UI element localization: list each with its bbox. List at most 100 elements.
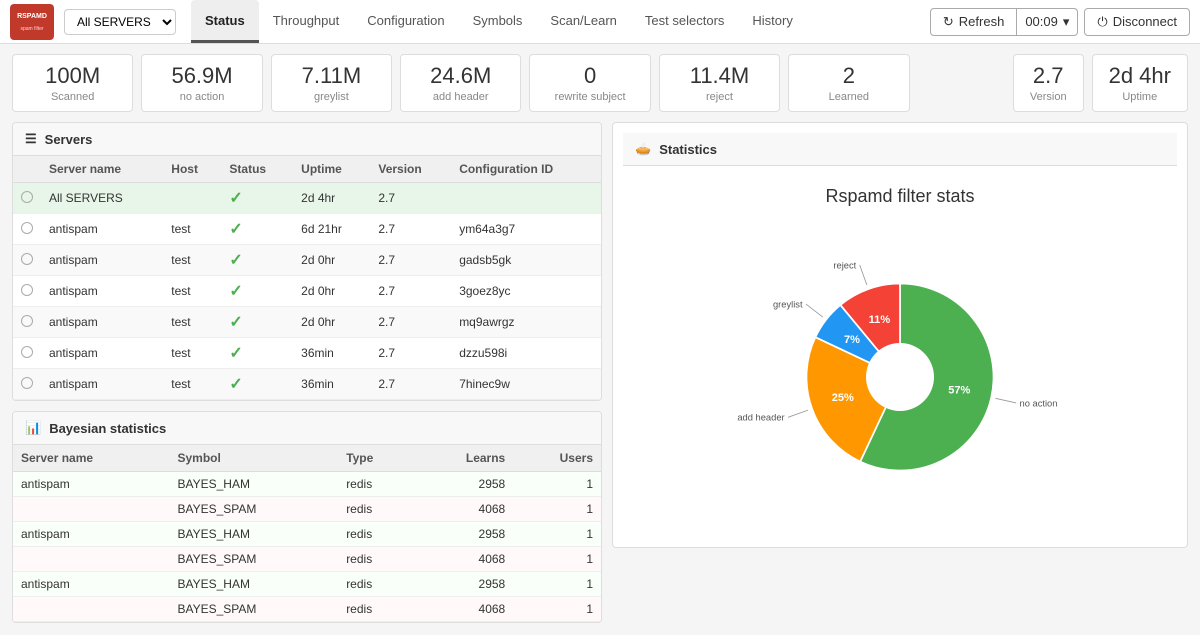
tab-configuration[interactable]: Configuration: [353, 0, 458, 43]
bay-users: 1: [513, 472, 601, 497]
bay-learns: 4068: [415, 597, 513, 622]
bay-type: redis: [338, 497, 415, 522]
bay-users: 1: [513, 522, 601, 547]
pie-label-line: [806, 304, 823, 317]
row-status: ✓: [221, 214, 293, 245]
row-radio[interactable]: [13, 276, 41, 307]
row-radio[interactable]: [13, 214, 41, 245]
timer-button[interactable]: 00:09 ▾: [1017, 8, 1078, 36]
stat-label: greylist: [288, 91, 375, 103]
table-row[interactable]: antispam test ✓ 36min 2.7 dzzu598i: [13, 338, 601, 369]
table-row[interactable]: antispam test ✓ 2d 0hr 2.7 gadsb5gk: [13, 245, 601, 276]
row-configid: gadsb5gk: [451, 245, 601, 276]
bay-learns: 4068: [415, 497, 513, 522]
row-servername: antispam: [41, 245, 163, 276]
pie-label-text: add header: [737, 413, 784, 423]
uptime-value: 2d 4hr: [1109, 63, 1171, 89]
row-host: test: [163, 338, 221, 369]
bay-symbol: BAYES_HAM: [169, 572, 338, 597]
chart-content: Rspamd filter stats 57%no action25%add h…: [623, 166, 1177, 537]
server-select[interactable]: All SERVERS: [64, 9, 176, 35]
table-row[interactable]: antispam test ✓ 36min 2.7 7hinec9w: [13, 369, 601, 400]
pie-percent-label: 25%: [832, 392, 854, 404]
bayesian-table: Server name Symbol Type Learns Users ant…: [13, 445, 601, 622]
bay-learns: 2958: [415, 572, 513, 597]
stat-value: 7.11M: [288, 63, 375, 89]
stat-scanned: 100M Scanned: [12, 54, 133, 112]
bay-type: redis: [338, 597, 415, 622]
tab-throughput[interactable]: Throughput: [259, 0, 354, 43]
bay-symbol: BAYES_SPAM: [169, 597, 338, 622]
row-radio[interactable]: [13, 183, 41, 214]
row-uptime: 2d 0hr: [293, 245, 370, 276]
stat-version: 2.7 Version: [1013, 54, 1084, 112]
row-uptime: 2d 0hr: [293, 276, 370, 307]
disconnect-label: Disconnect: [1113, 14, 1177, 29]
tab-history[interactable]: History: [738, 0, 806, 43]
svg-text:spam filter: spam filter: [20, 26, 43, 32]
tab-scanlearn[interactable]: Scan/Learn: [536, 0, 631, 43]
refresh-button[interactable]: ↻ Refresh: [930, 8, 1017, 36]
col-uptime: Uptime: [293, 156, 370, 183]
row-configid: mq9awrgz: [451, 307, 601, 338]
row-radio[interactable]: [13, 307, 41, 338]
table-row[interactable]: All SERVERS ✓ 2d 4hr 2.7: [13, 183, 601, 214]
row-radio[interactable]: [13, 369, 41, 400]
chart-panel-header: 🥧 Statistics: [623, 133, 1177, 166]
stat-label: no action: [158, 91, 245, 103]
pie-percent-label: 7%: [844, 334, 860, 346]
tab-testselectors[interactable]: Test selectors: [631, 0, 738, 43]
bay-server: [13, 497, 169, 522]
donut-hole: [866, 343, 934, 411]
row-servername: antispam: [41, 214, 163, 245]
row-version: 2.7: [370, 183, 451, 214]
row-host: test: [163, 245, 221, 276]
bay-users: 1: [513, 497, 601, 522]
bay-server: [13, 547, 169, 572]
row-uptime: 2d 4hr: [293, 183, 370, 214]
left-panel: ☰ Servers Server name Host Status Uptime…: [12, 122, 602, 623]
pie-label-text: greylist: [773, 299, 803, 309]
table-row[interactable]: antispam test ✓ 2d 0hr 2.7 mq9awrgz: [13, 307, 601, 338]
bay-col-learns: Learns: [415, 445, 513, 472]
stat-learned: 2 Learned: [788, 54, 909, 112]
chart-title: Rspamd filter stats: [633, 186, 1167, 207]
row-configid: 3goez8yc: [451, 276, 601, 307]
bay-col-users: Users: [513, 445, 601, 472]
table-row: BAYES_SPAM redis 4068 1: [13, 497, 601, 522]
stat-greylist: 7.11M greylist: [271, 54, 392, 112]
row-status: ✓: [221, 276, 293, 307]
stat-label: add header: [417, 91, 504, 103]
chart-icon: 🥧: [635, 141, 651, 157]
tab-status[interactable]: Status: [191, 0, 259, 43]
table-row[interactable]: antispam test ✓ 2d 0hr 2.7 3goez8yc: [13, 276, 601, 307]
servers-panel-header: ☰ Servers: [13, 123, 601, 156]
bay-type: redis: [338, 472, 415, 497]
row-uptime: 36min: [293, 338, 370, 369]
row-host: test: [163, 307, 221, 338]
uptime-label: Uptime: [1109, 91, 1171, 103]
row-uptime: 6d 21hr: [293, 214, 370, 245]
table-row[interactable]: antispam test ✓ 6d 21hr 2.7 ym64a3g7: [13, 214, 601, 245]
bayesian-panel-header: 📊 Bayesian statistics: [13, 412, 601, 445]
col-configid: Configuration ID: [451, 156, 601, 183]
row-configid: dzzu598i: [451, 338, 601, 369]
stat-value: 100M: [29, 63, 116, 89]
bay-users: 1: [513, 597, 601, 622]
row-radio[interactable]: [13, 245, 41, 276]
disconnect-button[interactable]: ⏻ Disconnect: [1084, 8, 1190, 36]
stat-value: 11.4M: [676, 63, 763, 89]
stat-addheader: 24.6M add header: [400, 54, 521, 112]
pie-percent-label: 57%: [948, 385, 970, 397]
table-row: antispam BAYES_HAM redis 2958 1: [13, 472, 601, 497]
row-radio[interactable]: [13, 338, 41, 369]
row-uptime: 2d 0hr: [293, 307, 370, 338]
bay-col-type: Type: [338, 445, 415, 472]
pie-label-line: [995, 398, 1016, 403]
bay-type: redis: [338, 522, 415, 547]
tab-symbols[interactable]: Symbols: [459, 0, 537, 43]
nav-actions: ↻ Refresh 00:09 ▾ ⏻ Disconnect: [930, 8, 1190, 36]
bay-learns: 2958: [415, 522, 513, 547]
svg-text:RSPAMD: RSPAMD: [17, 13, 47, 20]
bay-col-server: Server name: [13, 445, 169, 472]
